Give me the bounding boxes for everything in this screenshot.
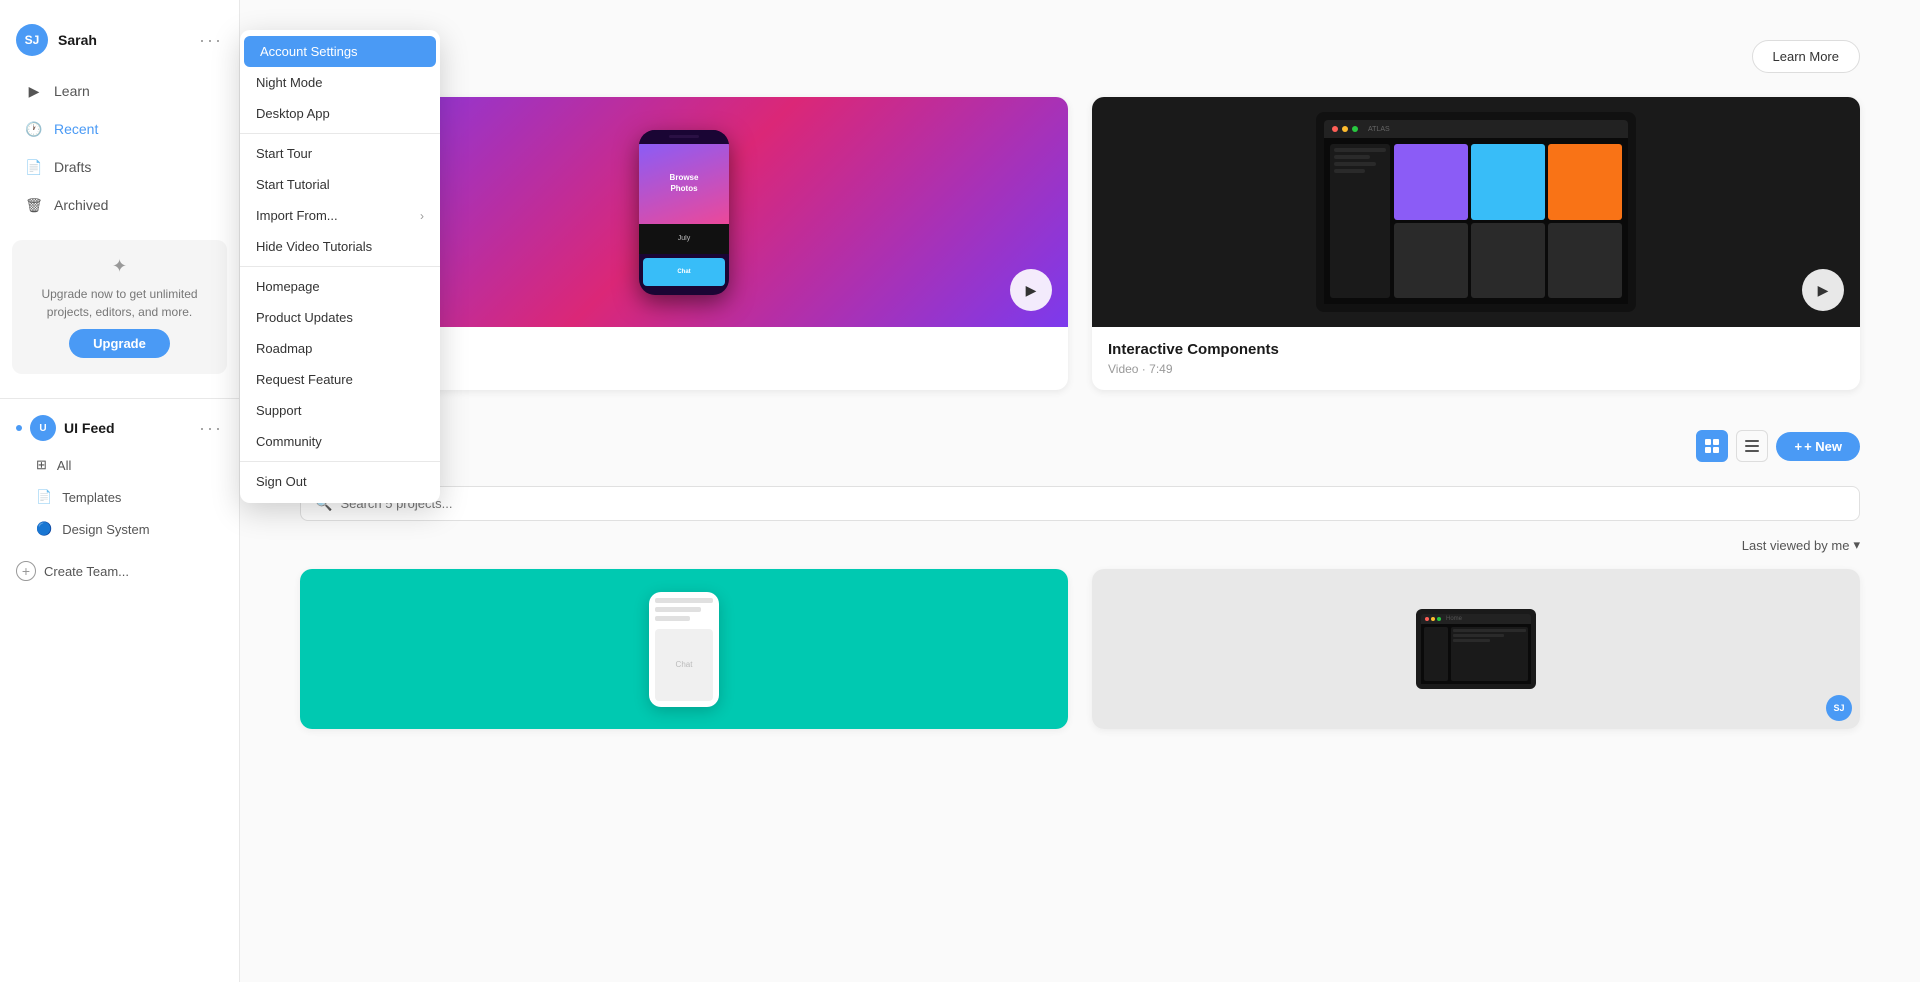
laptop-thumb-bg: ATLAS — [1092, 97, 1860, 327]
dropdown-item-sign-out[interactable]: Sign Out — [240, 466, 440, 497]
video-card-interactive-components[interactable]: ATLAS — [1092, 97, 1860, 390]
new-button[interactable]: + + New — [1776, 432, 1860, 461]
chevron-down-icon: ▾ — [1853, 537, 1860, 553]
sidebar-sub-item-design-system[interactable]: 🔵 Design System — [8, 514, 231, 544]
team-avatar: U — [30, 415, 56, 441]
project-card-2[interactable]: Home SJ — [1092, 569, 1860, 729]
upgrade-box: ✦ Upgrade now to get unlimited projects,… — [12, 240, 227, 374]
sidebar-item-drafts[interactable]: 📄 Drafts — [8, 149, 231, 185]
sidebar-sub-item-templates[interactable]: 📄 Templates — [8, 482, 231, 512]
learn-more-button[interactable]: Learn More — [1752, 40, 1860, 73]
dropdown-item-homepage[interactable]: Homepage — [240, 271, 440, 302]
online-indicator — [16, 425, 22, 431]
clock-icon: 🕐 — [24, 119, 44, 139]
dropdown-item-roadmap[interactable]: Roadmap — [240, 333, 440, 364]
video-title-interactive: Interactive Components — [1108, 341, 1844, 358]
dropdown-item-support[interactable]: Support — [240, 395, 440, 426]
plus-icon: + — [16, 561, 36, 581]
play-button-basics[interactable]: ▶ — [1010, 269, 1052, 311]
search-bar: 🔍 — [300, 486, 1860, 521]
list-icon — [1745, 439, 1759, 453]
separator-2 — [240, 266, 440, 267]
design-system-icon: 🔵 — [36, 521, 52, 537]
dropdown-item-start-tour[interactable]: Start Tour — [240, 138, 440, 169]
user-menu-trigger[interactable]: SJ Sarah ··· — [0, 16, 239, 72]
separator-1 — [240, 133, 440, 134]
grid-view-button[interactable] — [1696, 430, 1728, 462]
more-options-button[interactable]: ··· — [199, 30, 223, 51]
dropdown-menu: Account Settings Night Mode Desktop App … — [240, 30, 440, 503]
play-icon: ▶ — [24, 81, 44, 101]
video-meta-interactive: Video · 7:49 — [1108, 362, 1844, 376]
template-icon: 📄 — [36, 489, 52, 505]
recent-header: Recent + + New — [300, 430, 1860, 462]
recent-tools: + + New — [1696, 430, 1860, 462]
dropdown-item-night-mode[interactable]: Night Mode — [240, 67, 440, 98]
chevron-right-icon: › — [420, 209, 424, 223]
sidebar-sub-item-all[interactable]: ⊞ All — [8, 450, 231, 480]
video-cards-row: BrowsePhotos July Chat — [300, 97, 1860, 390]
dropdown-item-account-settings[interactable]: Account Settings — [244, 36, 436, 67]
dropdown-item-desktop-app[interactable]: Desktop App — [240, 98, 440, 129]
create-team-button[interactable]: + Create Team... — [0, 553, 239, 589]
dropdown-item-product-updates[interactable]: Product Updates — [240, 302, 440, 333]
team-header: U UI Feed ··· — [0, 407, 239, 449]
grid-icon: ⊞ — [36, 457, 47, 473]
sidebar-item-learn[interactable]: ▶ Learn — [8, 73, 231, 109]
upgrade-text: Upgrade now to get unlimited projects, e… — [28, 285, 211, 321]
user-avatar: SJ — [16, 24, 48, 56]
video-info-interactive: Interactive Components Video · 7:49 — [1092, 327, 1860, 390]
search-input[interactable] — [340, 496, 1845, 511]
recent-section: Recent + + New — [300, 430, 1860, 729]
project-thumb-teal: Chat — [300, 569, 1068, 729]
get-started-header: Get Started Learn More — [300, 40, 1860, 73]
project-avatar-sj: SJ — [1826, 695, 1852, 721]
drafts-icon: 📄 — [24, 157, 44, 177]
upgrade-button[interactable]: Upgrade — [69, 329, 170, 358]
divider-1 — [0, 398, 239, 399]
projects-row: Chat Home — [300, 569, 1860, 729]
dropdown-item-import-from[interactable]: Import From... › — [240, 200, 440, 231]
archive-icon: 🗑 — [24, 195, 44, 215]
play-button-interactive[interactable]: ▶ — [1802, 269, 1844, 311]
sort-row: Last viewed by me ▾ — [300, 537, 1860, 553]
team-more-button[interactable]: ··· — [199, 418, 223, 439]
project-thumb-gray: Home — [1092, 569, 1860, 729]
dropdown-item-start-tutorial[interactable]: Start Tutorial — [240, 169, 440, 200]
sort-button[interactable]: Last viewed by me ▾ — [1742, 537, 1860, 553]
dropdown-item-community[interactable]: Community — [240, 426, 440, 457]
project-card-1[interactable]: Chat — [300, 569, 1068, 729]
sparkle-icon: ✦ — [112, 256, 127, 277]
separator-3 — [240, 461, 440, 462]
sidebar: SJ Sarah ··· Account Settings Night Mode… — [0, 0, 240, 982]
list-view-button[interactable] — [1736, 430, 1768, 462]
team-name: UI Feed — [64, 420, 115, 436]
dropdown-item-request-feature[interactable]: Request Feature — [240, 364, 440, 395]
sidebar-item-recent[interactable]: 🕐 Recent — [8, 111, 231, 147]
main-content: Get Started Learn More BrowsePhotos — [240, 0, 1920, 982]
grid-icon — [1705, 439, 1719, 453]
dropdown-item-hide-video-tutorials[interactable]: Hide Video Tutorials — [240, 231, 440, 262]
video-thumb-interactive: ATLAS — [1092, 97, 1860, 327]
plus-icon: + — [1794, 439, 1802, 454]
user-name: Sarah — [58, 32, 97, 48]
sidebar-item-archived[interactable]: 🗑 Archived — [8, 187, 231, 223]
